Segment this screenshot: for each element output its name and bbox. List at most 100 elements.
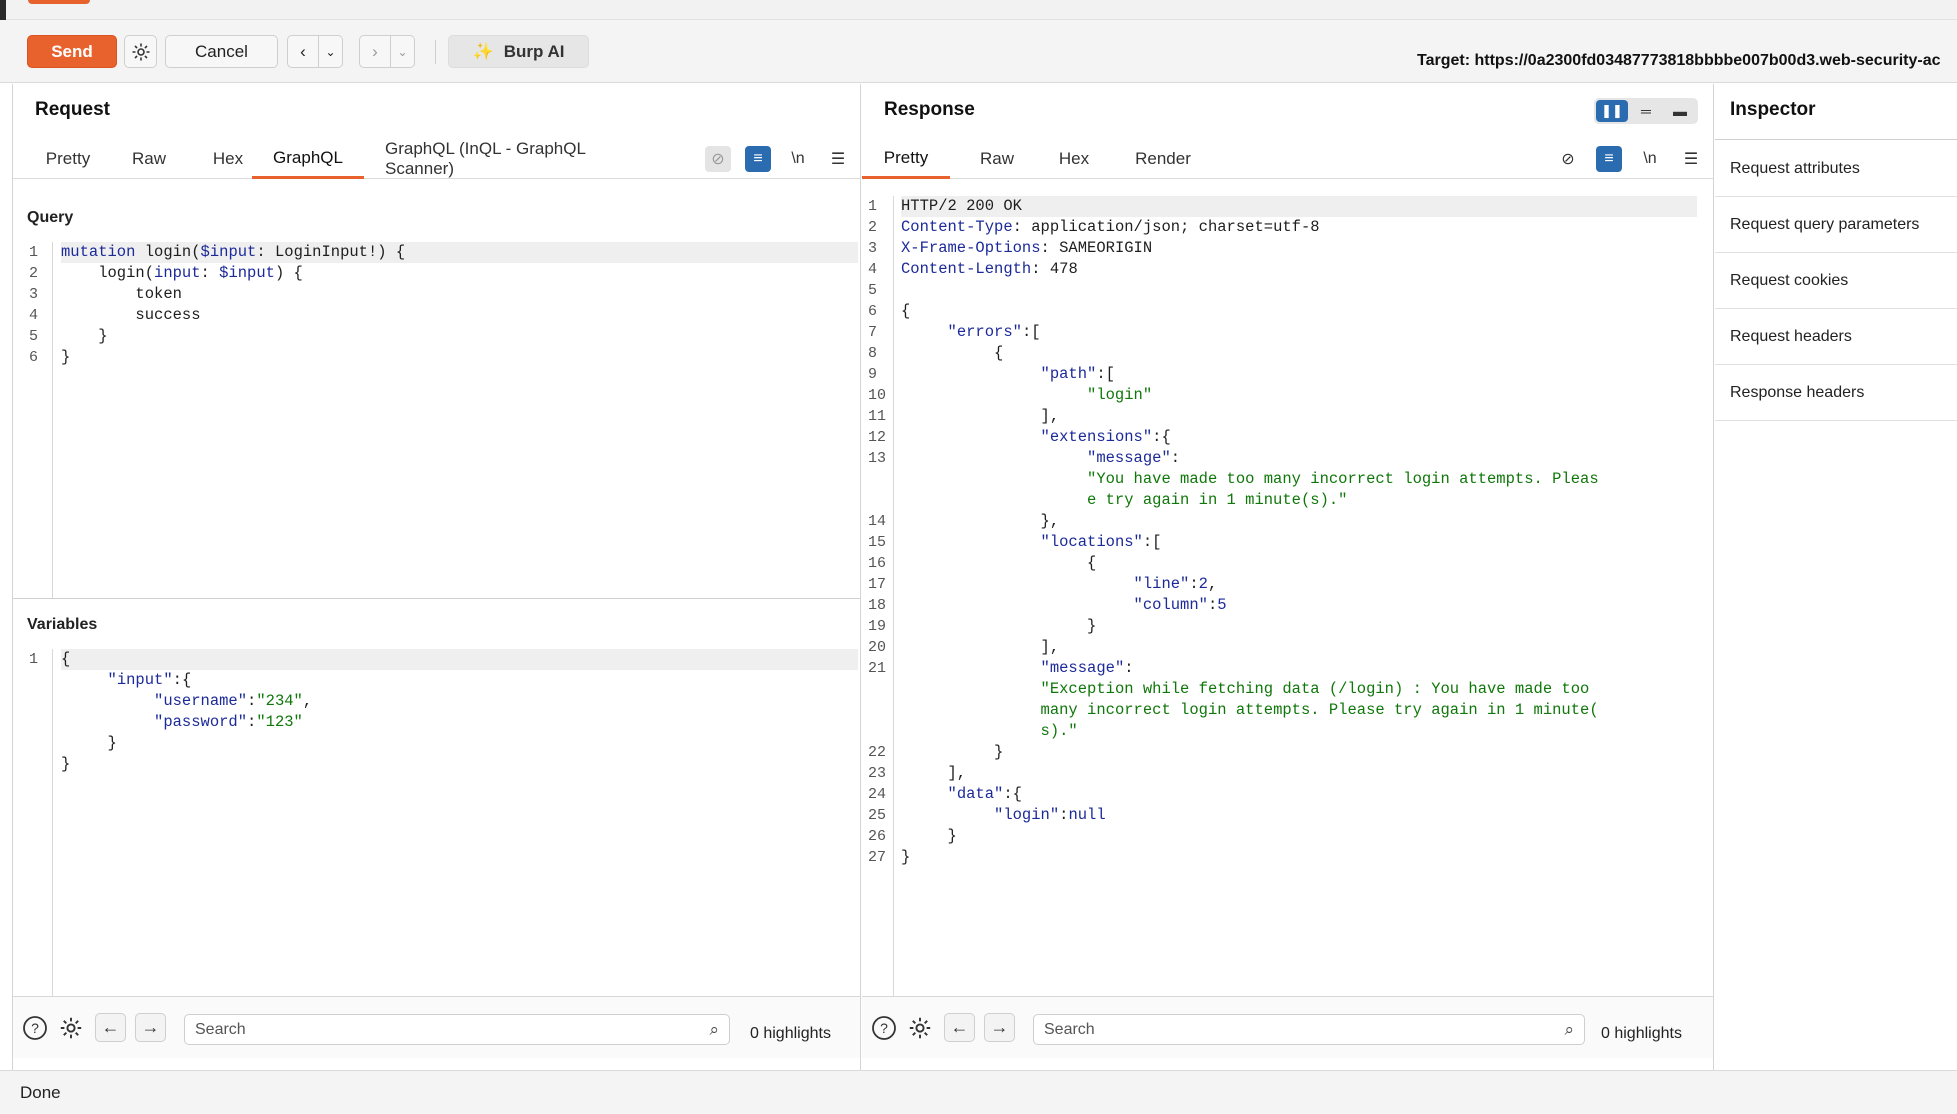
code-line: ], xyxy=(901,764,967,782)
gear-icon[interactable] xyxy=(905,1013,935,1043)
code-line: "username":"234", xyxy=(154,692,313,710)
code-line: "Exception while fetching data (/login) … xyxy=(1040,680,1590,698)
tab-raw[interactable]: Raw xyxy=(966,139,1028,179)
magnifier-icon: ⌕ xyxy=(709,1020,719,1039)
request-title: Request xyxy=(35,99,110,120)
query-gutter: 123456 xyxy=(23,242,53,599)
code-line: } xyxy=(901,848,911,866)
settings-button[interactable] xyxy=(124,35,157,68)
search-placeholder: Search xyxy=(195,1020,246,1038)
arrow-left-icon: ← xyxy=(950,1017,969,1037)
request-panel: Request Pretty Raw Hex GraphQL GraphQL (… xyxy=(12,84,861,1070)
code-line: ], xyxy=(901,407,1060,425)
code-line: } xyxy=(61,327,108,345)
magnifier-icon: ⌕ xyxy=(1564,1020,1574,1039)
inspector-request-attributes[interactable]: Request attributes xyxy=(1715,141,1957,197)
help-icon[interactable]: ? xyxy=(20,1013,50,1043)
tab-pretty[interactable]: Pretty xyxy=(31,139,105,179)
hamburger-icon[interactable]: ☰ xyxy=(825,146,851,172)
tab-hex[interactable]: Hex xyxy=(1043,139,1105,179)
code-line: { xyxy=(61,649,858,670)
history-forward-dropdown[interactable]: ⌄ xyxy=(391,35,415,68)
layout-single-icon[interactable]: ▬ xyxy=(1664,100,1696,122)
code-line: Content-Type: application/json; charset=… xyxy=(901,218,1320,236)
arrow-right-icon: → xyxy=(990,1017,1009,1037)
history-back-dropdown[interactable]: ⌄ xyxy=(319,35,343,68)
response-search-bar: ? ← → Search ⌕ 0 highlights xyxy=(862,996,1713,1058)
toolbar-separator xyxy=(435,40,436,64)
code-line: token xyxy=(61,285,182,303)
code-line: "locations":[ xyxy=(1040,533,1162,551)
eye-off-icon[interactable]: ⊘ xyxy=(705,146,731,172)
previous-match-button[interactable]: ← xyxy=(95,1013,126,1042)
tab-pretty[interactable]: Pretty xyxy=(862,139,950,179)
response-highlights-count: 0 highlights xyxy=(1601,1025,1682,1042)
inspector-request-query-parameters[interactable]: Request query parameters xyxy=(1715,197,1957,253)
layout-stacked-icon[interactable]: ═ xyxy=(1630,100,1662,122)
next-match-button[interactable]: → xyxy=(984,1013,1015,1042)
burp-ai-label: Burp AI xyxy=(503,41,565,61)
active-tab-indicator[interactable] xyxy=(28,0,90,4)
code-line: e try again in 1 minute(s)." xyxy=(1087,491,1348,509)
response-search-input[interactable]: Search ⌕ xyxy=(1033,1014,1585,1045)
inspector-request-headers[interactable]: Request headers xyxy=(1715,309,1957,365)
wrap-icon[interactable]: ≡ xyxy=(745,146,771,172)
request-search-bar: ? ← → Search ⌕ 0 highlights xyxy=(13,996,860,1058)
burp-ai-button[interactable]: ✨ Burp AI xyxy=(448,35,589,68)
newline-toggle[interactable]: \n xyxy=(1637,146,1663,172)
code-line: "path":[ xyxy=(1040,365,1115,383)
code-line: "errors":[ xyxy=(947,323,1041,341)
code-line: }, xyxy=(901,512,1060,530)
request-search-input[interactable]: Search ⌕ xyxy=(184,1014,730,1045)
next-match-button[interactable]: → xyxy=(135,1013,166,1042)
layout-side-by-side-icon[interactable]: ❚❚ xyxy=(1596,100,1628,122)
history-back-button[interactable]: ‹ xyxy=(287,35,319,68)
code-line: "line":2, xyxy=(1133,575,1218,593)
code-line: login(input: $input) { xyxy=(61,264,303,282)
hamburger-icon[interactable]: ☰ xyxy=(1678,146,1704,172)
chevron-left-icon: ‹ xyxy=(300,41,306,61)
gear-icon[interactable] xyxy=(56,1013,86,1043)
response-panel: Response ❚❚ ═ ▬ Pretty Raw Hex Render ⊘ … xyxy=(862,84,1714,1070)
code-line: "login":null xyxy=(994,806,1106,824)
tab-hex[interactable]: Hex xyxy=(197,139,259,179)
request-highlights-count: 0 highlights xyxy=(750,1025,831,1042)
code-line: HTTP/2 200 OK xyxy=(901,196,1697,217)
code-line: "extensions":{ xyxy=(1040,428,1171,446)
variables-gutter: 1 xyxy=(23,649,53,996)
query-editor[interactable]: 123456 mutation login($input: LoginInput… xyxy=(23,242,858,599)
tab-render[interactable]: Render xyxy=(1120,139,1206,179)
inspector-divider xyxy=(1715,139,1957,140)
send-button[interactable]: Send xyxy=(27,35,117,68)
query-variables-divider[interactable] xyxy=(13,598,860,599)
previous-match-button[interactable]: ← xyxy=(944,1013,975,1042)
gear-icon xyxy=(132,43,149,60)
svg-text:?: ? xyxy=(880,1020,888,1036)
code-line: } xyxy=(901,617,1097,635)
response-viewer[interactable]: 1 2 3 4 5 6 7 8 9 10 11 12 13 14 15 16 17 18 19 20 21 22 23 2… xyxy=(862,196,1697,996)
code-line: s)." xyxy=(1040,722,1078,740)
newline-toggle[interactable]: \n xyxy=(785,146,811,172)
tab-graphql-inql[interactable]: GraphQL (InQL - GraphQL Scanner) xyxy=(385,139,657,179)
variables-editor[interactable]: 1 { "input":{ "username":"234", "passwor… xyxy=(23,649,858,996)
code-line: "login" xyxy=(1087,386,1153,404)
target-url[interactable]: Target: https://0a2300fd03487773818bbbbe… xyxy=(1417,52,1941,70)
inspector-response-headers[interactable]: Response headers xyxy=(1715,365,1957,421)
eye-off-icon[interactable]: ⊘ xyxy=(1555,146,1581,172)
tab-graphql[interactable]: GraphQL xyxy=(252,139,364,179)
code-line: mutation login($input: LoginInput!) { xyxy=(61,242,858,263)
layout-toggle-group: ❚❚ ═ ▬ xyxy=(1594,98,1698,124)
help-icon[interactable]: ? xyxy=(869,1013,899,1043)
inspector-request-cookies[interactable]: Request cookies xyxy=(1715,253,1957,309)
code-line: "message": xyxy=(1040,659,1134,677)
arrow-left-icon: ← xyxy=(101,1017,120,1037)
tab-raw[interactable]: Raw xyxy=(119,139,179,179)
code-line: { xyxy=(901,554,1097,572)
window-top-strip xyxy=(0,0,1957,20)
history-forward-button[interactable]: › xyxy=(359,35,391,68)
wrap-icon[interactable]: ≡ xyxy=(1596,146,1622,172)
status-text: Done xyxy=(20,1083,61,1102)
send-label: Send xyxy=(51,41,93,61)
cancel-button[interactable]: Cancel xyxy=(165,35,278,68)
arrow-right-icon: → xyxy=(141,1017,160,1037)
